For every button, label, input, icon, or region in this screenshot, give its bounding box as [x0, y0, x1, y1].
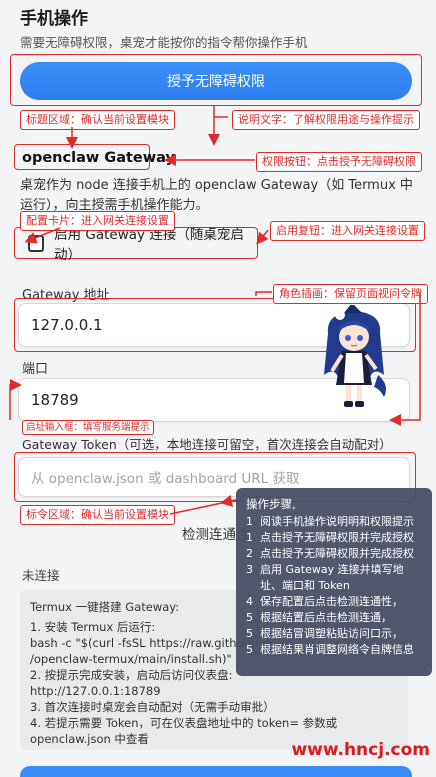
step-text: 根据结冒调塑粘贴访问口示， [260, 627, 403, 640]
character-illustration [324, 305, 386, 407]
step-item: 3 启用 Gateway 连接并填写地址、端口和 Token [246, 562, 422, 594]
step-item: 4 保存配置后点击检测连通性， [246, 594, 422, 610]
section-description: 需要无障碍权限，桌宠才能按你的指令帮你操作手机 [20, 35, 308, 50]
annotation-title-area: 标题区域：确认当前设置模块 [20, 110, 175, 130]
port-value: 18789 [31, 391, 79, 409]
steps-tooltip: 操作步骤, 1 阅读手机操作说明明和权限提示 1 点击授予无障碍权限并完成授权 2点… [236, 488, 432, 676]
watermark: www.hncj.com [291, 740, 430, 760]
annotation-config-card: 配置卡片：进入网关连接设置 [20, 211, 175, 231]
annotation-perm-button: 权限按钮：点击授予无障碍权限 [256, 152, 422, 172]
address-value: 127.0.0.1 [31, 316, 103, 334]
step-item: 1 阅读手机操作说明明和权限提示 [246, 514, 422, 530]
bottom-button[interactable] [20, 766, 412, 777]
step-num: 5 [246, 643, 253, 656]
step-num: 5 [246, 627, 253, 640]
step-text: 点击授予无障碍权限并完成授权 [260, 547, 414, 560]
connection-status: 未连接 [22, 568, 60, 583]
step-item: 1 点击授予无障碍权限并完成授权 [246, 530, 422, 546]
grant-accessibility-button[interactable]: 授予无障碍权限 [20, 62, 412, 100]
token-placeholder: 从 openclaw.json 或 dashboard URL 获取 [31, 471, 300, 487]
port-label: 端口 [22, 362, 49, 377]
step-num: 4 [246, 595, 253, 608]
annotation-desc-text: 说明文字：了解权限用途与操作提示 [232, 110, 420, 130]
step-text: 保存配置后点击检测连通性， [260, 595, 403, 608]
guide-line: http://127.0.0.1:18789 [30, 684, 161, 698]
step-item: 5 根据结冒调塑粘贴访问口示， [246, 626, 422, 642]
grant-button-label: 授予无障碍权限 [167, 74, 265, 90]
step-item: 5 根据结置后点击检测连通， [246, 610, 422, 626]
guide-line: 3. 首次连接时桌宠会自动配对（无需手动审批） [30, 700, 275, 714]
annotation-enable-checkbox: 启用复钮：进入网关连接设置 [270, 221, 425, 241]
gateway-description: 桌宠作为 node 连接手机上的 openclaw Gateway（如 Term… [20, 178, 413, 213]
step-text: 启用 Gateway 连接并填写地址、端口和 Token [260, 563, 404, 592]
step-num: 5 [246, 611, 253, 624]
step-num: 2 [246, 547, 253, 560]
step-text: 根据结果肖调整网络令自牌信息 [260, 643, 414, 656]
step-num: 3 [246, 563, 253, 576]
step-item: 5 根据结果肖调整网络令自牌信息 [246, 642, 422, 658]
annotation-input-box: 启址输入框：填写服务端提示 [22, 420, 154, 435]
token-label: Gateway Token（可选，本地连接可留空，首次连接会自动配对） [22, 437, 392, 452]
step-text: 点击授予无障碍权限并完成授权 [260, 531, 414, 544]
step-text: 根据结置后点击检测连通， [260, 611, 392, 624]
annotation-character: 角色插画：保留页面视问令牌 [273, 284, 428, 304]
steps-title: 操作步骤, [246, 497, 296, 511]
enable-gateway-checkbox-row[interactable]: 启用 Gateway 连接（随桌宠启动） [18, 227, 256, 263]
section-title: 手机操作 [20, 9, 88, 29]
step-num: 1 [246, 531, 253, 544]
enable-gateway-checkbox[interactable] [28, 234, 45, 252]
annotation-token-area: 标令区域：确认当前设置模块 [20, 505, 175, 525]
step-text: 阅读手机操作说明明和权限提示 [260, 515, 414, 528]
step-item: 2 点击授予无障碍权限并完成授权 [246, 546, 422, 562]
step-num: 1 [246, 515, 253, 528]
gateway-title: openclaw Gateway [22, 150, 175, 166]
